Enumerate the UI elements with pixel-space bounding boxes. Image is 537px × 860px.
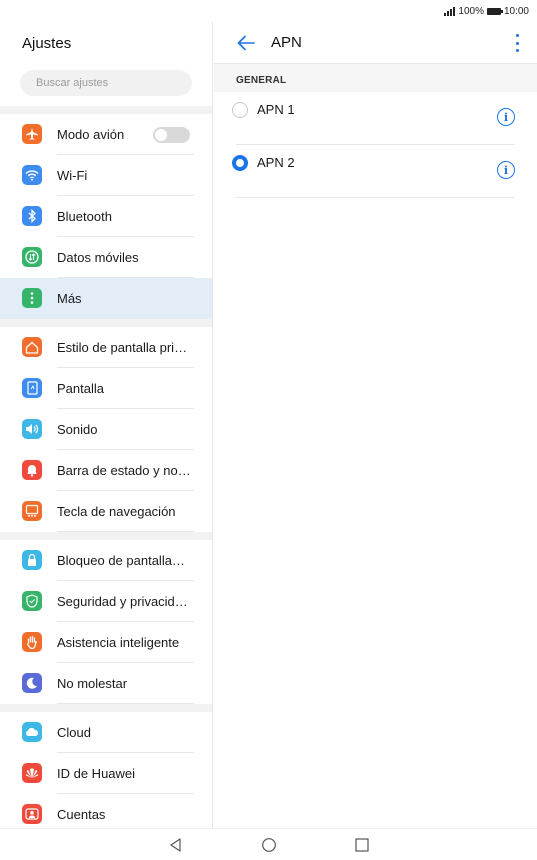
settings-item-huawei-id[interactable]: ID de Huawei xyxy=(0,753,212,794)
settings-item-label: Seguridad y privacid… xyxy=(57,594,188,609)
settings-item-label: Estilo de pantalla pri… xyxy=(57,340,188,355)
divider xyxy=(57,531,194,532)
back-arrow-icon[interactable] xyxy=(236,34,256,52)
settings-item-screen-lock[interactable]: Bloqueo de pantalla… xyxy=(0,540,212,581)
apn-entry[interactable]: APN 2 i xyxy=(214,145,537,198)
recents-nav-icon[interactable] xyxy=(354,837,370,853)
settings-item-navigation-key[interactable]: Tecla de navegación xyxy=(0,491,212,532)
info-icon[interactable]: i xyxy=(497,161,515,179)
settings-item-label: No molestar xyxy=(57,676,128,691)
settings-item-airplane-mode[interactable]: Modo avión xyxy=(0,114,212,155)
settings-item-label: Asistencia inteligente xyxy=(57,635,180,650)
settings-item-label: Más xyxy=(57,291,82,306)
apn-entry[interactable]: APN 1 i xyxy=(214,92,537,145)
airplane-icon xyxy=(22,124,42,144)
settings-item-mobile-data[interactable]: Datos móviles xyxy=(0,237,212,278)
clock: 10:00 xyxy=(503,5,529,17)
shield-icon xyxy=(22,591,42,611)
settings-item-label: Bluetooth xyxy=(57,209,112,224)
display-icon xyxy=(22,378,42,398)
signal-icon xyxy=(444,6,456,16)
info-icon[interactable]: i xyxy=(497,108,515,126)
status-bar: 100% 10:00 xyxy=(0,0,537,22)
settings-item-wifi[interactable]: Wi-Fi xyxy=(0,155,212,196)
search-container: Buscar ajustes xyxy=(0,66,212,106)
settings-item-label: Bloqueo de pantalla… xyxy=(57,553,185,568)
settings-item-security-privacy[interactable]: Seguridad y privacid… xyxy=(0,581,212,622)
settings-item-status-bar[interactable]: Barra de estado y no… xyxy=(0,450,212,491)
group-divider xyxy=(0,106,212,114)
settings-item-label: Barra de estado y no… xyxy=(57,463,191,478)
more-icon xyxy=(22,288,42,308)
search-placeholder: Buscar ajustes xyxy=(36,77,109,89)
divider xyxy=(236,197,515,198)
page-title: APN xyxy=(271,34,302,51)
section-header: GENERAL xyxy=(214,64,537,92)
account-icon xyxy=(22,804,42,824)
group-divider xyxy=(0,704,212,712)
huawei-logo-icon xyxy=(22,763,42,783)
settings-item-do-not-disturb[interactable]: No molestar xyxy=(0,663,212,704)
group-divider xyxy=(0,532,212,540)
settings-item-more[interactable]: Más xyxy=(0,278,212,319)
group-divider xyxy=(0,319,212,327)
settings-item-accounts[interactable]: Cuentas xyxy=(0,794,212,828)
home-nav-icon[interactable] xyxy=(261,837,277,853)
settings-item-display[interactable]: Pantalla xyxy=(0,368,212,409)
settings-list-pane: Ajustes Buscar ajustes Modo avión Wi-Fi … xyxy=(0,22,213,828)
settings-item-cloud[interactable]: Cloud xyxy=(0,712,212,753)
settings-item-bluetooth[interactable]: Bluetooth xyxy=(0,196,212,237)
back-nav-icon[interactable] xyxy=(168,837,184,853)
cloud-icon xyxy=(22,722,42,742)
battery-icon xyxy=(486,7,503,15)
settings-item-label: Datos móviles xyxy=(57,250,139,265)
search-input[interactable]: Buscar ajustes xyxy=(20,70,192,96)
hand-icon xyxy=(22,632,42,652)
divider xyxy=(57,703,194,704)
mobile-data-icon xyxy=(22,247,42,267)
navigation-key-icon xyxy=(22,501,42,521)
settings-item-label: Tecla de navegación xyxy=(57,504,176,519)
lock-icon xyxy=(22,550,42,570)
apn-radio-button-selected[interactable] xyxy=(232,155,248,171)
settings-item-label: Pantalla xyxy=(57,381,104,396)
moon-icon xyxy=(22,673,42,693)
system-navigation-bar xyxy=(0,828,537,860)
apn-radio-button[interactable] xyxy=(232,102,248,118)
settings-item-sound[interactable]: Sonido xyxy=(0,409,212,450)
settings-title: Ajustes xyxy=(22,35,72,52)
apn-entry-label: APN 2 xyxy=(257,155,295,170)
sound-icon xyxy=(22,419,42,439)
notification-bell-icon xyxy=(22,460,42,480)
battery-percent: 100% xyxy=(458,5,484,17)
settings-item-label: Cuentas xyxy=(57,807,106,822)
settings-item-label: Wi-Fi xyxy=(57,168,88,183)
home-screen-icon xyxy=(22,337,42,357)
more-options-icon[interactable] xyxy=(513,34,521,52)
apn-pane: APN GENERAL APN 1 i APN 2 i xyxy=(214,22,537,828)
settings-item-label: ID de Huawei xyxy=(57,766,136,781)
settings-item-label: Sonido xyxy=(57,422,98,437)
bluetooth-icon xyxy=(22,206,42,226)
settings-item-smart-assistance[interactable]: Asistencia inteligente xyxy=(0,622,212,663)
airplane-mode-toggle[interactable] xyxy=(153,127,190,143)
settings-item-home-screen-style[interactable]: Estilo de pantalla pri… xyxy=(0,327,212,368)
apn-app-bar: APN xyxy=(214,22,537,64)
apn-entry-label: APN 1 xyxy=(257,102,295,117)
wifi-icon xyxy=(22,165,42,185)
settings-item-label: Cloud xyxy=(57,725,91,740)
